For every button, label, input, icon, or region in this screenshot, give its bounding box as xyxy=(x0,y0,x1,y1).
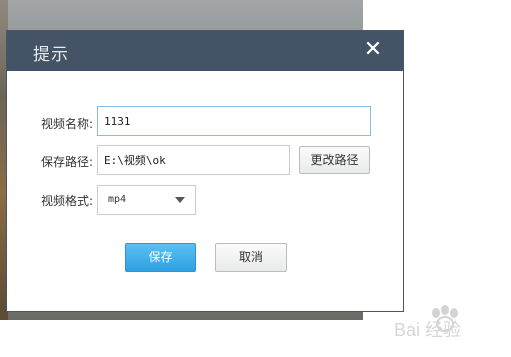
video-format-select[interactable]: mp4 xyxy=(97,185,196,215)
chevron-down-icon xyxy=(175,197,185,203)
dialog-titlebar: 提示 ✕ xyxy=(7,31,403,71)
save-path-input[interactable] xyxy=(97,145,290,175)
video-format-value: mp4 xyxy=(108,194,127,205)
video-format-label: 视频格式: xyxy=(41,194,94,208)
video-name-label: 视频名称: xyxy=(41,117,94,131)
cancel-button[interactable]: 取消 xyxy=(215,243,287,272)
video-name-input[interactable] xyxy=(97,106,371,136)
prompt-dialog: 提示 ✕ 视频名称: 保存路径: 更改路径 视频格式: mp4 保存 取消 xyxy=(6,30,404,312)
watermark-text: Bai 经验 xyxy=(394,320,461,340)
save-button[interactable]: 保存 xyxy=(125,243,196,272)
screen: 提示 ✕ 视频名称: 保存路径: 更改路径 视频格式: mp4 保存 取消 Ba… xyxy=(0,0,511,357)
change-path-button[interactable]: 更改路径 xyxy=(299,146,370,174)
dialog-title: 提示 xyxy=(33,45,69,65)
baidu-jingyan-watermark-icon: Bai 经验 xyxy=(394,305,461,340)
close-icon[interactable]: ✕ xyxy=(361,38,385,62)
save-path-label: 保存路径: xyxy=(41,155,94,169)
